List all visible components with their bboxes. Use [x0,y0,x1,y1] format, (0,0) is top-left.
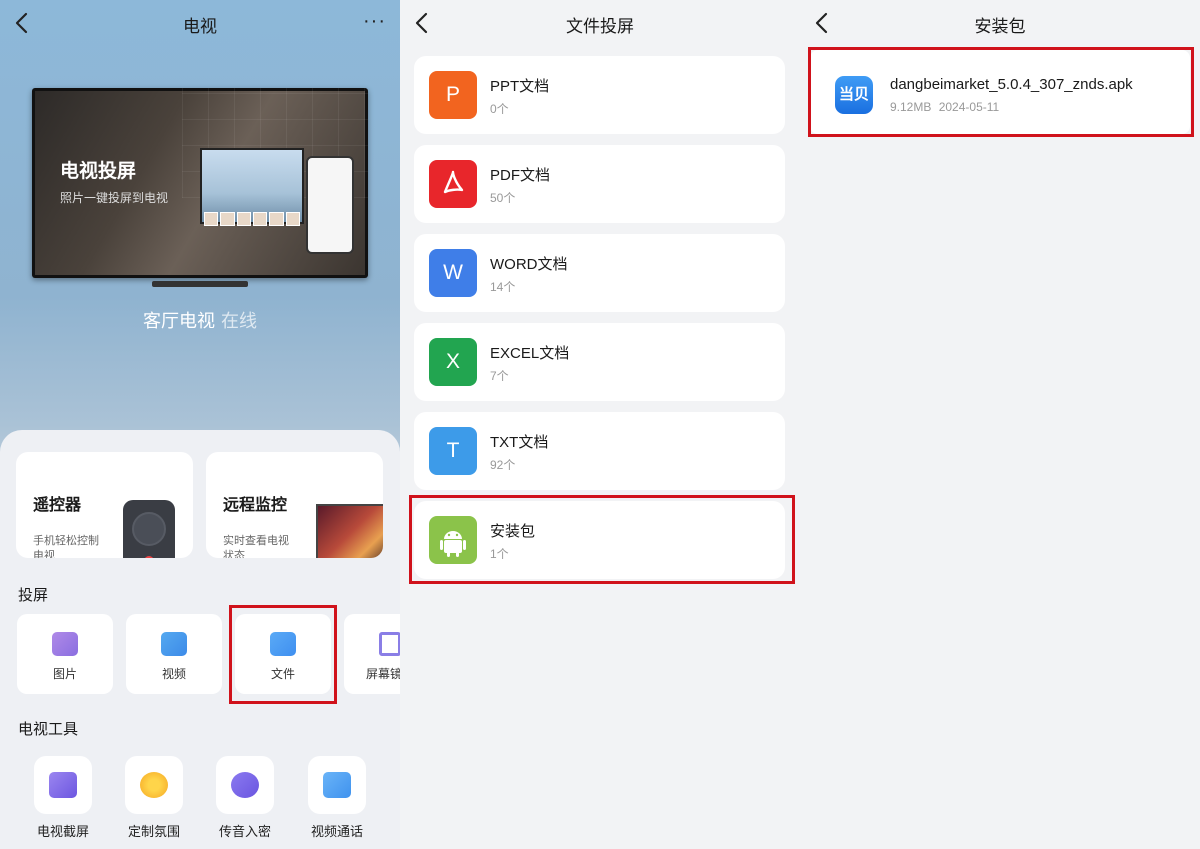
tile-label: 视频 [161,667,186,681]
apk-file-date: 2024-05-11 [938,100,1000,114]
file-type-name: WORD文档 [490,256,568,273]
page-title: 电视 [183,17,217,36]
file-type-apk[interactable]: 安装包 1个 [414,501,785,579]
apk-file-size: 9.12MB [890,100,932,114]
tv-cast-banner[interactable]: 电视投屏 照片一键投屏到电视 [32,88,368,278]
cast-section-title: 投屏 [18,587,49,604]
device-name[interactable]: 客厅电视 在线 [0,307,400,333]
cast-image-button[interactable]: 图片 [17,614,113,694]
tv-screenshot-button[interactable] [34,756,92,814]
file-type-excel[interactable]: X EXCEL文档 7个 [414,323,785,401]
file-type-name: PDF文档 [490,167,551,184]
file-count: 1个 [490,547,509,561]
cast-screen-mirror-button[interactable]: 屏幕镜 [344,614,400,694]
file-count: 7个 [490,369,509,383]
excel-icon: X [429,338,477,386]
banner-subtitle: 照片一键投屏到电视 [60,191,169,205]
phone-illustration [306,156,354,254]
image-icon [52,632,78,656]
file-type-ppt[interactable]: P PPT文档 0个 [414,56,785,134]
top-bar: 电视 ··· [0,0,400,46]
video-play-icon [161,632,187,656]
screenshot-icon [49,772,77,798]
top-bar: 文件投屏 [400,0,800,46]
tile-label: 图片 [52,667,77,681]
cast-file-button[interactable]: 文件 [235,614,331,694]
custom-ambience-button[interactable] [125,756,183,814]
txt-icon: T [429,427,477,475]
remote-control-icon [123,500,175,558]
device-name-label: 客厅电视 [143,311,215,331]
file-type-word[interactable]: W WORD文档 14个 [414,234,785,312]
apk-list-panel: 安装包 当贝 dangbeimarket_5.0.4_307_znds.apk … [800,0,1200,849]
sparkle-icon [140,772,168,798]
card-desc: 手机轻松控制电视 [33,535,99,558]
file-count: 14个 [490,280,516,294]
tool-label: 电视截屏 [36,824,89,839]
pdf-icon [429,160,477,208]
page-title: 文件投屏 [566,17,634,36]
apk-file-name: dangbeimarket_5.0.4_307_znds.apk [890,76,1133,93]
ppt-icon: P [429,71,477,119]
file-count: 92个 [490,458,516,472]
card-desc: 实时查看电视状态 [223,535,289,558]
card-title: 远程监控 [223,497,288,514]
card-title: 遥控器 [33,497,82,514]
voice-whisper-button[interactable] [216,756,274,814]
tool-label: 视频通话 [310,824,363,839]
laptop-icon [316,504,383,558]
remote-control-card[interactable]: 遥控器 手机轻松控制电视 [16,452,193,558]
word-icon: W [429,249,477,297]
voice-icon [231,772,259,798]
tile-label: 文件 [270,667,295,681]
tool-label: 定制氛围 [127,824,180,839]
tools-section-title: 电视工具 [18,721,79,738]
file-type-name: PPT文档 [490,78,550,95]
tv-stand [152,281,248,287]
file-type-name: TXT文档 [490,434,549,451]
tool-label: 传音入密 [218,824,271,839]
tv-home-panel: 电视 ··· 电视投屏 照片一键投屏到电视 客厅电视 在线 遥控器 手机轻松控制电… [0,0,400,849]
folder-icon [270,632,296,656]
apk-file-item[interactable]: 当贝 dangbeimarket_5.0.4_307_znds.apk 9.12… [810,50,1190,134]
file-type-txt[interactable]: T TXT文档 92个 [414,412,785,490]
video-call-button[interactable] [308,756,366,814]
file-count: 50个 [490,191,516,205]
file-type-name: EXCEL文档 [490,345,570,362]
more-icon[interactable]: ··· [363,10,386,33]
file-cast-panel: 文件投屏 P PPT文档 0个 PDF文档 50个 W WORD文档 14个 X… [400,0,800,849]
page-title: 安装包 [974,17,1026,36]
file-type-pdf[interactable]: PDF文档 50个 [414,145,785,223]
photo-thumbnails [204,212,300,226]
banner-heading: 电视投屏 [60,161,137,182]
device-status: 在线 [221,311,257,331]
android-icon [429,516,477,564]
top-bar: 安装包 [800,0,1200,46]
screen-mirror-icon [379,632,400,656]
file-count: 0个 [490,102,509,116]
file-type-name: 安装包 [490,523,536,540]
remote-monitor-card[interactable]: 远程监控 实时查看电视状态 [206,452,383,558]
cast-video-button[interactable]: 视频 [126,614,222,694]
video-call-icon [323,772,351,798]
dangbei-app-icon: 当贝 [835,76,873,114]
tile-label: 屏幕镜 [366,667,400,681]
apk-file-meta: 9.12MB 2024-05-11 [890,100,999,114]
